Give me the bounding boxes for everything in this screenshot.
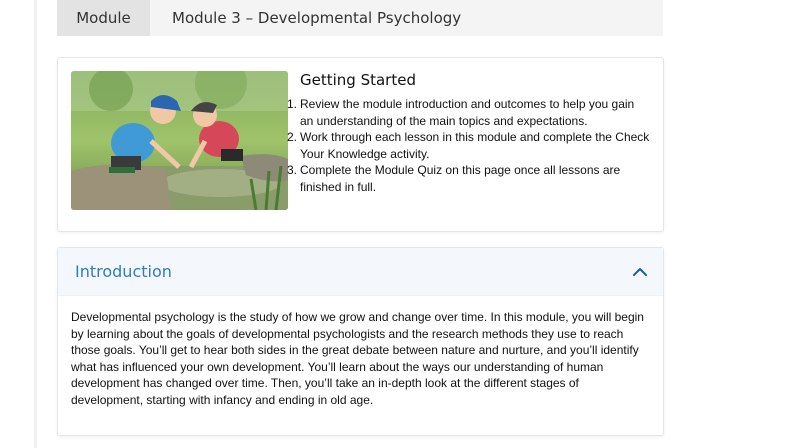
chevron-up-icon [633, 267, 647, 276]
module-header: Module Module 3 – Developmental Psycholo… [57, 0, 663, 36]
getting-started-steps: 1. Review the module introduction and out… [287, 96, 650, 195]
introduction-title: Introduction [75, 262, 172, 281]
step-number: 2. [287, 130, 298, 144]
introduction-accordion-header[interactable]: Introduction [58, 248, 663, 296]
page-left-border [34, 0, 37, 448]
step-text: Complete the Module Quiz on this page on… [300, 163, 621, 194]
children-photo-illustration [71, 71, 288, 210]
children-photo [71, 71, 288, 210]
getting-started-card: Getting Started 1. Review the module intr… [57, 57, 664, 232]
getting-started-title: Getting Started [300, 71, 416, 89]
step-item: 3. Complete the Module Quiz on this page … [287, 162, 650, 195]
step-text: Review the module introduction and outco… [300, 97, 635, 128]
collapse-toggle-button[interactable] [631, 263, 649, 281]
step-item: 2. Work through each lesson in this modul… [287, 129, 650, 162]
introduction-accordion: Introduction Developmental psychology is… [57, 247, 664, 436]
page-title: Module 3 – Developmental Psychology [172, 9, 462, 27]
step-number: 1. [287, 97, 298, 111]
step-item: 1. Review the module introduction and out… [287, 96, 650, 129]
step-number: 3. [287, 163, 298, 177]
introduction-body: Developmental psychology is the study of… [71, 310, 644, 407]
step-text: Work through each lesson in this module … [300, 130, 650, 161]
module-tag: Module [57, 0, 150, 36]
